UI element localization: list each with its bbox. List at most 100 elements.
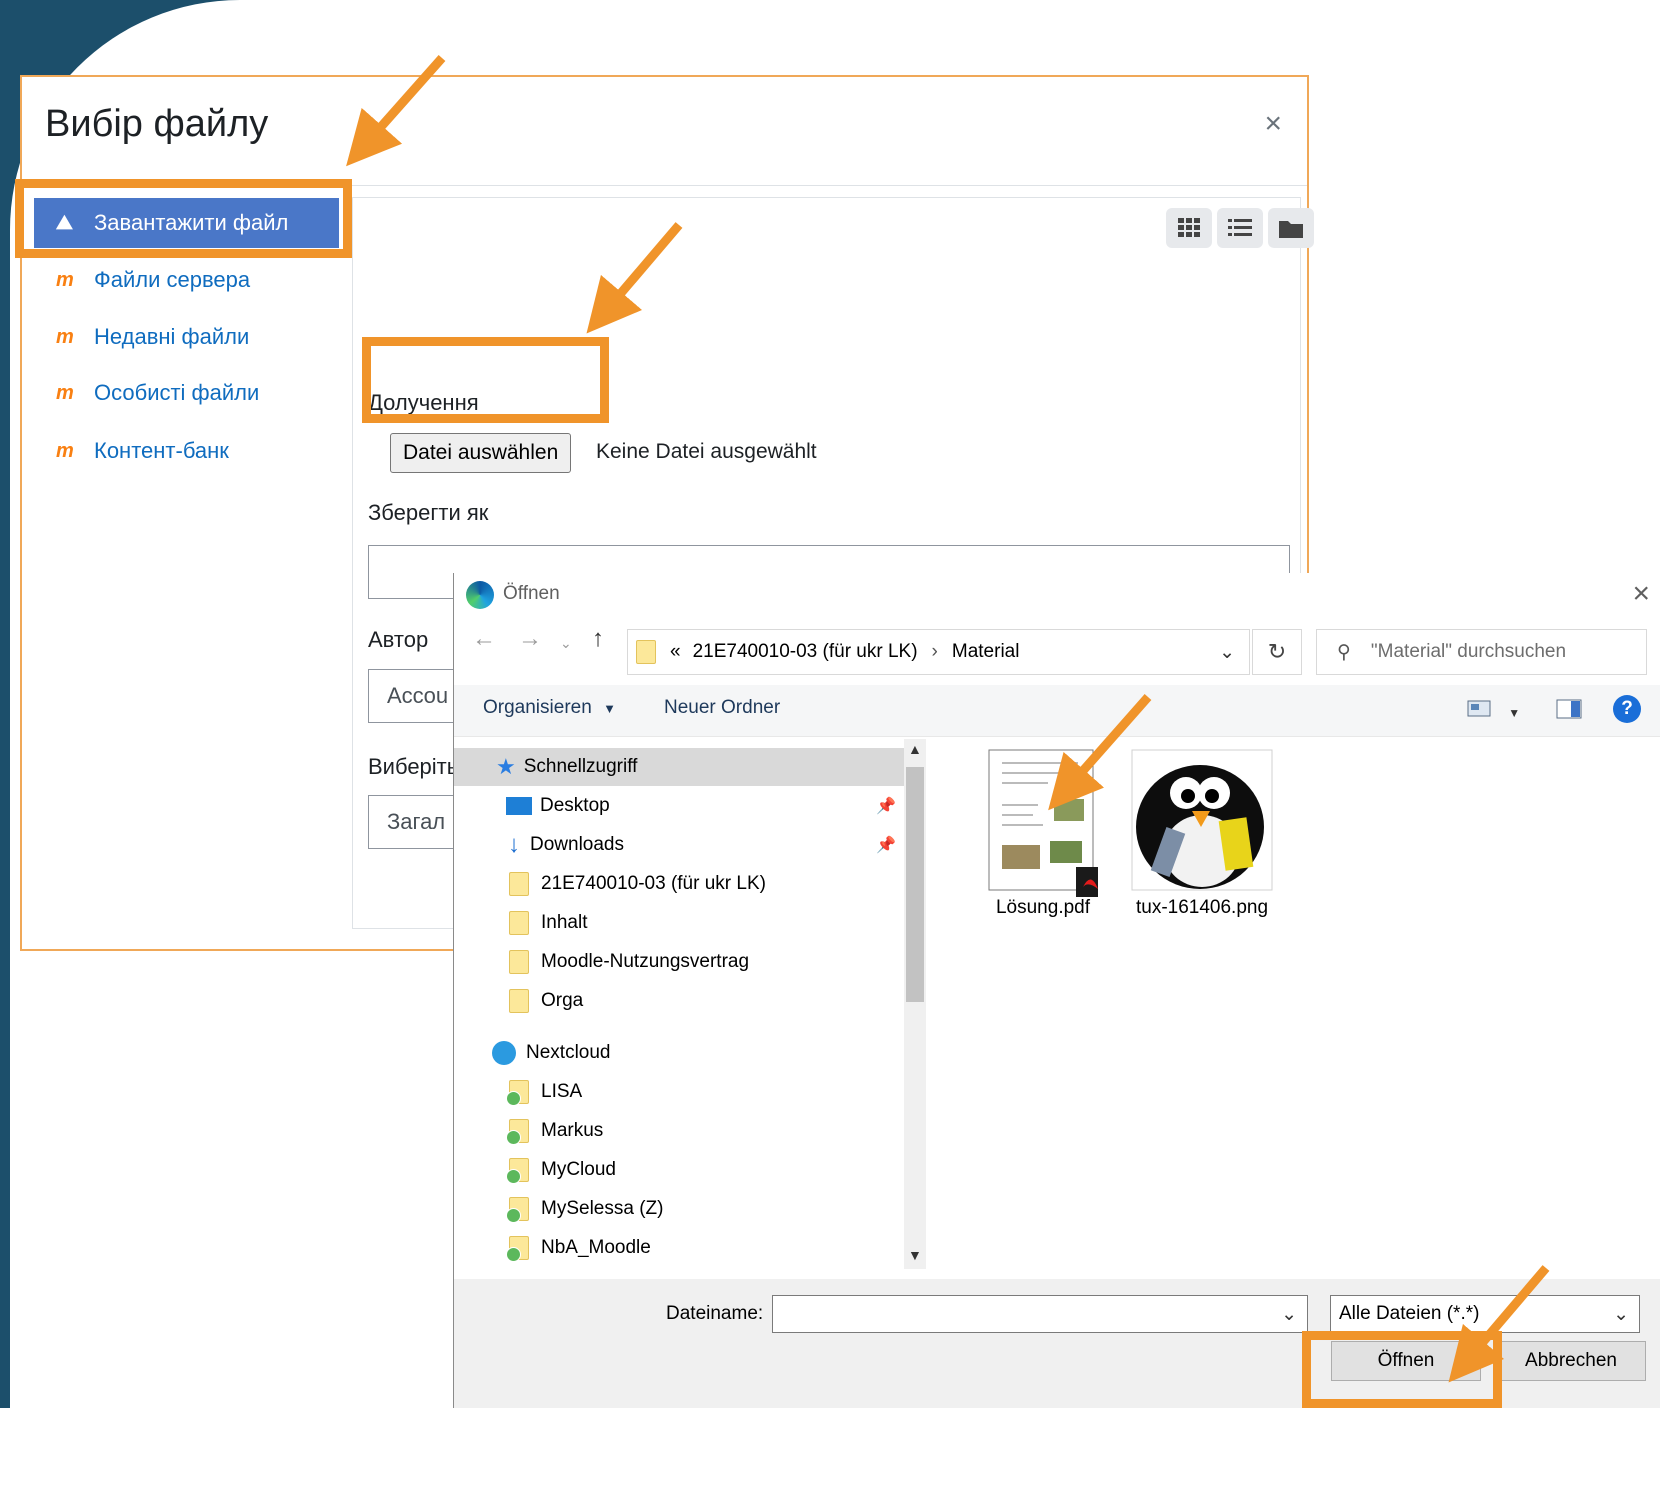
address-bar[interactable]: « 21E740010-03 (für ukr LK) › Material ⌄ [627, 629, 1250, 675]
file-item-pdf[interactable]: Lösung.pdf [988, 749, 1106, 918]
moodle-icon: m [56, 325, 74, 348]
sidebar-item-server-files[interactable]: m Файли сервера [34, 255, 339, 305]
chevron-down-icon[interactable]: ⌄ [1613, 1303, 1629, 1326]
up-arrow-icon[interactable]: ↑ [592, 625, 604, 653]
tree-item-desktop[interactable]: Desktop 📌 [506, 788, 896, 824]
tree-item-folder[interactable]: Orga [509, 983, 583, 1019]
file-item-png[interactable]: tux-161406.png [1122, 749, 1282, 918]
preview-pane-button[interactable] [1556, 699, 1582, 725]
sidebar-item-label: Недавні файли [94, 324, 250, 349]
folder-icon [509, 872, 529, 896]
breadcrumb-item[interactable]: 21E740010-03 (für ukr LK) [693, 641, 918, 663]
chevron-down-icon[interactable]: ⌄ [1219, 641, 1235, 664]
forward-arrow-icon[interactable]: → [518, 625, 542, 653]
sidebar-item-upload[interactable]: ⛰ Завантажити файл [34, 198, 339, 248]
folder-view-button[interactable] [1268, 208, 1314, 248]
filename-label: Dateiname: [666, 1303, 764, 1324]
tree-item-label: MySelessa (Z) [541, 1198, 664, 1219]
chevron-down-icon: ▼ [1508, 706, 1521, 720]
scrollbar-thumb[interactable] [906, 767, 924, 1002]
close-icon[interactable]: × [1264, 107, 1282, 141]
tree-item-cloud-folder[interactable]: NbA_Moodle [506, 1230, 651, 1266]
folder-icon [1279, 221, 1303, 238]
attachment-label: Долучення [368, 390, 479, 415]
list-icon [1228, 219, 1252, 236]
file-name: Lösung.pdf [995, 897, 1091, 918]
scroll-up-icon[interactable]: ▲ [908, 741, 922, 757]
dialog-toolbar: Organisieren ▼ Neuer Ordner ▼ ? [454, 685, 1660, 737]
file-name: tux-161406.png [1135, 897, 1269, 918]
navigation-pane: ★ Schnellzugriff Desktop 📌 ↓ Downloads 📌… [454, 739, 904, 1269]
picker-title: Вибір файлу [45, 103, 269, 145]
moodle-icon: m [56, 268, 74, 291]
tree-item-label: Moodle-Nutzungsvertrag [541, 951, 750, 972]
cancel-button[interactable]: Abbrechen [1496, 1341, 1646, 1381]
tree-item-cloud-folder[interactable]: MySelessa (Z) [506, 1191, 664, 1227]
star-icon: ★ [496, 754, 516, 779]
sidebar-item-private-files[interactable]: m Особисті файли [34, 368, 339, 418]
tree-item-nextcloud[interactable]: Nextcloud [492, 1035, 611, 1071]
pin-icon[interactable]: 📌 [876, 835, 896, 855]
tree-item-label: Markus [541, 1120, 604, 1141]
file-type-filter[interactable]: Alle Dateien (*.*) ⌄ [1330, 1295, 1640, 1333]
sidebar-item-label: Завантажити файл [94, 210, 289, 235]
search-placeholder: "Material" durchsuchen [1370, 641, 1567, 662]
new-folder-button[interactable]: Neuer Ordner [664, 697, 780, 719]
view-icon [1467, 700, 1491, 717]
tree-item-cloud-folder[interactable]: MyCloud [506, 1152, 616, 1188]
back-arrow-icon[interactable]: ← [472, 625, 496, 653]
moodle-icon: m [56, 381, 74, 404]
close-icon[interactable]: × [1632, 577, 1650, 611]
desktop-icon [506, 797, 532, 815]
grid-view-button[interactable] [1166, 208, 1212, 248]
tree-item-folder[interactable]: 21E740010-03 (für ukr LK) [509, 866, 766, 902]
filename-input[interactable]: ⌄ [772, 1295, 1308, 1333]
sidebar-item-label: Контент-банк [94, 438, 229, 463]
tree-item-downloads[interactable]: ↓ Downloads 📌 [506, 827, 896, 863]
edge-icon [466, 581, 494, 609]
tree-item-cloud-folder[interactable]: LISA [506, 1074, 583, 1110]
open-file-dialog: Öffnen × ← → ⌄ ↑ « 21E740010-03 (für ukr… [453, 573, 1660, 1408]
sidebar-item-label: Особисті файли [94, 380, 260, 405]
search-input[interactable]: ⚲ "Material" durchsuchen [1316, 629, 1647, 675]
tree-item-label: 21E740010-03 (für ukr LK) [541, 873, 766, 894]
sidebar-item-content-bank[interactable]: m Контент-банк [34, 426, 339, 476]
view-options-button[interactable]: ▼ [1467, 699, 1520, 723]
chevron-down-icon[interactable]: ⌄ [560, 635, 572, 652]
cloud-folder-icon [506, 1158, 529, 1184]
help-button[interactable]: ? [1613, 695, 1641, 723]
folder-icon [509, 911, 529, 935]
tree-item-label: Orga [541, 990, 584, 1011]
tree-item-label: Desktop [540, 795, 610, 816]
tree-item-label: LISA [541, 1081, 583, 1102]
chevron-down-icon: ▼ [603, 701, 616, 716]
tree-item-label: Schnellzugriff [523, 756, 638, 777]
tree-item-label: Downloads [530, 834, 624, 855]
tree-item-label: Inhalt [541, 912, 588, 933]
open-button[interactable]: Öffnen [1331, 1341, 1481, 1381]
moodle-icon: m [56, 439, 74, 462]
pin-icon[interactable]: 📌 [876, 796, 896, 816]
tree-item-cloud-folder[interactable]: Markus [506, 1113, 604, 1149]
upload-icon: ⛰ [56, 211, 73, 234]
tree-item-label: NbA_Moodle [541, 1237, 651, 1258]
tree-item-folder[interactable]: Inhalt [509, 905, 587, 941]
nextcloud-icon [492, 1041, 516, 1065]
sidebar-item-recent-files[interactable]: m Недавні файли [34, 312, 339, 362]
dialog-title: Öffnen [503, 583, 560, 604]
list-view-button[interactable] [1217, 208, 1263, 248]
folder-icon [636, 640, 656, 664]
organize-button[interactable]: Organisieren ▼ [483, 697, 616, 719]
refresh-button[interactable]: ↻ [1252, 629, 1302, 675]
refresh-icon: ↻ [1267, 639, 1287, 664]
tree-item-label: Nextcloud [526, 1042, 611, 1063]
tree-item-label: MyCloud [541, 1159, 616, 1180]
cloud-folder-icon [506, 1119, 529, 1145]
breadcrumb-item[interactable]: Material [952, 641, 1020, 663]
choose-file-button[interactable]: Datei auswählen [390, 433, 572, 473]
scroll-down-icon[interactable]: ▼ [908, 1247, 922, 1263]
chevron-down-icon[interactable]: ⌄ [1281, 1303, 1297, 1326]
tree-item-folder[interactable]: Moodle-Nutzungsvertrag [509, 944, 749, 980]
license-label: Виберіть [368, 754, 459, 779]
tree-item-quick-access[interactable]: ★ Schnellzugriff [496, 749, 637, 785]
